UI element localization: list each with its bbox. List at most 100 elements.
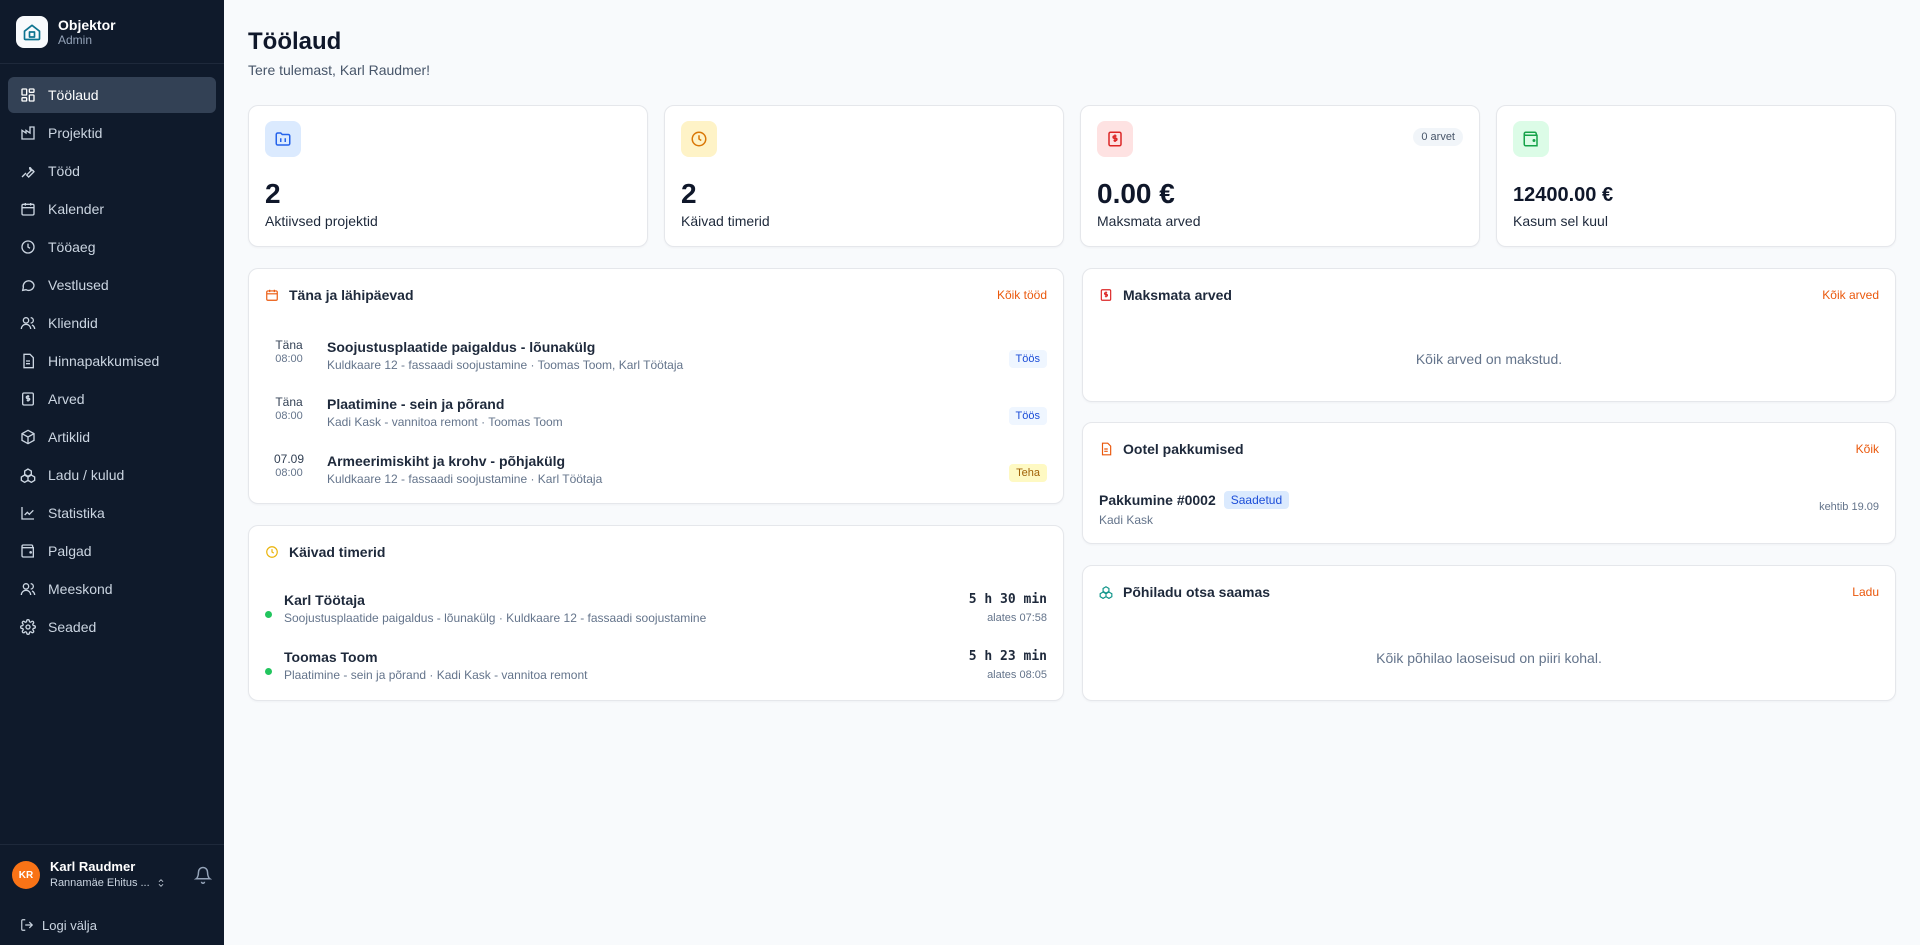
sidebar-item-hinnapakkumised[interactable]: Hinnapakkumised	[8, 343, 216, 379]
sidebar-item-ladu-kulud[interactable]: Ladu / kulud	[8, 457, 216, 493]
sidebar-item-seaded[interactable]: Seaded	[8, 609, 216, 645]
document-icon	[1101, 442, 1112, 456]
job-date: Täna 08:00	[265, 395, 313, 423]
stat-card-projects[interactable]: 2 Aktiivsed projektid	[248, 105, 648, 247]
dashboard-icon	[21, 88, 35, 102]
all-offers-link[interactable]: Kõik	[1856, 442, 1879, 456]
sidebar-item-label: Arved	[48, 391, 85, 407]
sidebar-item-projektid[interactable]: Projektid	[8, 115, 216, 151]
gear-icon	[20, 619, 36, 635]
job-body: Plaatimine - sein ja põrand Kadi Kask - …	[327, 395, 1009, 430]
card-header: Täna ja lähipäevad Kõik tööd	[265, 285, 1047, 305]
sidebar-item-label: Projektid	[48, 125, 103, 141]
timer-name: Toomas Toom	[284, 649, 378, 665]
timer-duration: 5 h 30 min	[968, 592, 1047, 607]
sidebar-item-label: Ladu / kulud	[48, 467, 125, 483]
clock-icon	[266, 546, 278, 558]
status-badge: Töös	[1008, 350, 1047, 368]
chat-icon	[21, 280, 35, 292]
wallet-icon	[1513, 121, 1549, 157]
offer-valid-until: kehtib 19.09	[1819, 501, 1879, 513]
sidebar-item-label: Töölaud	[48, 87, 99, 103]
timer-since: alates 08:05	[987, 669, 1047, 681]
list-item[interactable]: Pakkumine #0002 Saadetud Kadi Kask	[1099, 491, 1290, 527]
sidebar-item-label: Vestlused	[48, 277, 109, 293]
card-header: Põhiladu otsa saamas Ladu	[1099, 582, 1879, 602]
list-item[interactable]: Täna 08:00 Plaatimine - sein ja põrand K…	[265, 395, 1047, 443]
job-subtitle: Kuldkaare 12 - fassaadi soojustamine · T…	[327, 358, 684, 372]
stat-value: 2	[681, 178, 697, 209]
sidebar-item-palgad[interactable]: Palgad	[8, 533, 216, 569]
job-subtitle: Kadi Kask - vannitoa remont · Toomas Too…	[327, 415, 563, 429]
bell-icon[interactable]	[194, 866, 212, 884]
job-day: Täna	[275, 338, 303, 352]
logout-label: Logi välja	[42, 917, 97, 933]
sidebar-item-label: Kliendid	[48, 315, 98, 331]
list-item[interactable]: Täna 08:00 Soojustusplaatide paigaldus -…	[265, 338, 1047, 386]
stat-label: Aktiivsed projektid	[265, 213, 378, 229]
timer-right: 5 h 23 min alates 08:05	[969, 648, 1047, 683]
timer-subtitle: Soojustusplaatide paigaldus - lõunakülg …	[284, 611, 707, 625]
job-subtitle: Kuldkaare 12 - fassaadi soojustamine · K…	[327, 472, 603, 486]
sidebar-item-label: Palgad	[48, 543, 92, 559]
sidebar-item-label: Seaded	[48, 619, 97, 635]
job-date: Täna 08:00	[265, 338, 313, 366]
stat-value: 2	[265, 178, 281, 209]
sidebar-item-toolaud[interactable]: Töölaud	[8, 77, 216, 113]
sidebar-item-meeskond[interactable]: Meeskond	[8, 571, 216, 607]
timer-body: Karl Töötaja Soojustusplaatide paigaldus…	[284, 591, 706, 626]
job-body: Armeerimiskiht ja krohv - põhjakülg Kuld…	[327, 452, 1009, 487]
sidebar-item-label: Meeskond	[48, 581, 113, 597]
sidebar-item-label: Statistika	[48, 505, 105, 521]
boxes-icon	[20, 468, 36, 483]
clock-icon	[21, 240, 35, 254]
warehouse-link[interactable]: Ladu	[1852, 585, 1879, 599]
box-icon	[21, 429, 35, 445]
offer-title: Pakkumine #0002	[1099, 492, 1216, 508]
sidebar-item-tood[interactable]: Tööd	[8, 153, 216, 189]
document-icon	[23, 353, 34, 369]
card-header: Maksmata arved Kõik arved	[1099, 285, 1879, 305]
card-header: Ootel pakkumised Kõik	[1099, 439, 1879, 459]
chart-icon	[21, 507, 34, 520]
page-title: Töölaud	[248, 28, 342, 55]
list-item[interactable]: Karl Töötaja Soojustusplaatide paigaldus…	[265, 591, 1047, 631]
logout-button[interactable]: Logi välja	[0, 905, 224, 945]
stat-card-profit[interactable]: 12400.00 € Kasum sel kuul	[1496, 105, 1896, 247]
all-jobs-link[interactable]: Kõik tööd	[997, 288, 1047, 302]
stat-card-timers[interactable]: 2 Käivad timerid	[664, 105, 1064, 247]
page-subtitle: Tere tulemast, Karl Raudmer!	[248, 62, 431, 78]
job-day: Täna	[275, 395, 303, 409]
card-title: Maksmata arved	[1123, 287, 1232, 303]
sidebar-item-label: Tööaeg	[48, 239, 96, 255]
sidebar-item-artiklid[interactable]: Artiklid	[8, 419, 216, 455]
user-company-row: Rannamäe Ehitus ...	[50, 875, 166, 891]
sidebar-item-statistika[interactable]: Statistika	[8, 495, 216, 531]
sidebar-item-kliendid[interactable]: Kliendid	[8, 305, 216, 341]
list-item[interactable]: Toomas Toom Plaatimine - sein ja põrand …	[265, 648, 1047, 688]
list-item[interactable]: 07.09 08:00 Armeerimiskiht ja krohv - põ…	[265, 452, 1047, 500]
job-time: 08:00	[275, 467, 303, 479]
sidebar-item-vestlused[interactable]: Vestlused	[8, 267, 216, 303]
user-switcher[interactable]: KR Karl Raudmer Rannamäe Ehitus ...	[0, 845, 224, 905]
job-body: Soojustusplaatide paigaldus - lõunakülg …	[327, 338, 1009, 373]
job-time: 08:00	[275, 410, 303, 422]
stat-label: Käivad timerid	[681, 213, 770, 229]
all-invoices-link[interactable]: Kõik arved	[1822, 288, 1879, 302]
avatar: KR	[12, 861, 40, 889]
chevron-updown-icon	[158, 879, 164, 887]
brand[interactable]: Objektor Admin	[0, 0, 224, 64]
calendar-icon	[266, 289, 278, 301]
job-title: Armeerimiskiht ja krohv - põhjakülg	[327, 453, 566, 469]
card-title: Täna ja lähipäevad	[289, 287, 414, 303]
logout-icon	[21, 919, 34, 931]
invoice-icon	[1100, 289, 1112, 301]
sidebar-item-kalender[interactable]: Kalender	[8, 191, 216, 227]
sidebar-item-arved[interactable]: Arved	[8, 381, 216, 417]
user-name: Karl Raudmer	[50, 859, 136, 874]
timer-name: Karl Töötaja	[284, 592, 365, 608]
stat-card-unpaid[interactable]: 0 arvet 0.00 € Maksmata arved	[1080, 105, 1480, 247]
low-stock-card: Põhiladu otsa saamas Ladu Kõik põhilao l…	[1082, 565, 1896, 701]
sidebar-nav: Töölaud Projektid Tööd Kalender Tööaeg V…	[0, 64, 224, 645]
sidebar-item-tooaeg[interactable]: Tööaeg	[8, 229, 216, 265]
